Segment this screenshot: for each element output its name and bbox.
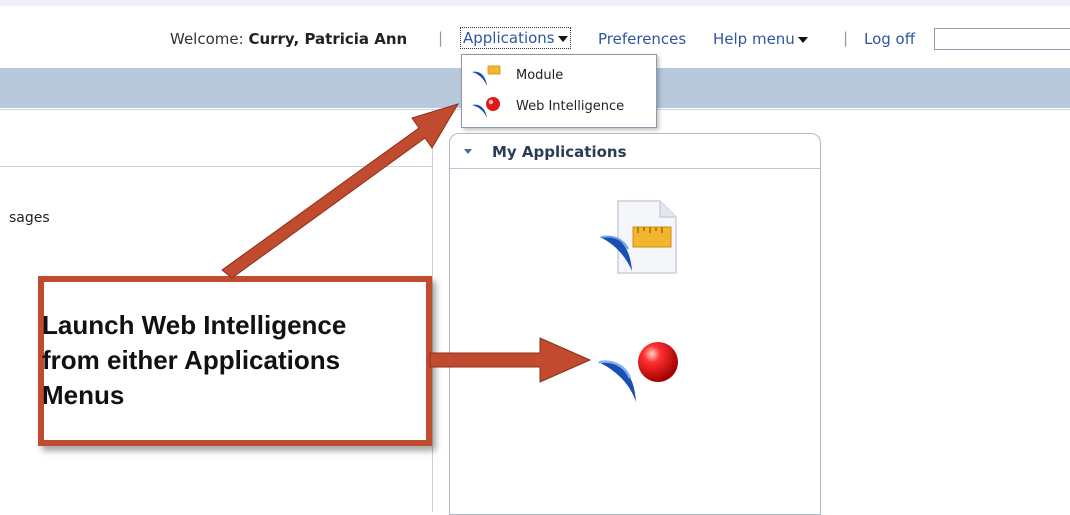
collapse-triangle-icon[interactable]	[464, 149, 472, 154]
help-menu-label: Help menu	[713, 30, 795, 48]
separator: |	[843, 29, 849, 47]
welcome-label: Welcome:	[170, 30, 244, 48]
module-document-icon[interactable]	[600, 199, 678, 275]
chevron-down-icon	[557, 35, 568, 42]
menu-item-label: Module	[516, 68, 564, 83]
logoff-link[interactable]: Log off	[864, 30, 915, 48]
separator: |	[438, 29, 444, 47]
menu-item-module[interactable]: Module	[462, 61, 656, 91]
divider	[0, 166, 432, 167]
module-icon	[472, 65, 501, 86]
top-strip	[0, 0, 1070, 6]
applications-dropdown: Module Web Intelligence	[461, 54, 657, 128]
web-intelligence-icon[interactable]	[598, 340, 684, 406]
applications-label: Applications	[463, 29, 555, 47]
user-name: Curry, Patricia Ann	[248, 30, 408, 48]
my-applications-panel: My Applications	[449, 133, 821, 515]
panel-header[interactable]: My Applications	[450, 134, 820, 169]
messages-text: sages	[9, 210, 50, 226]
welcome-text: Welcome: Curry, Patricia Ann	[170, 30, 407, 48]
web-intelligence-icon	[472, 97, 500, 118]
panel-title: My Applications	[492, 143, 627, 161]
help-menu-link[interactable]: Help menu	[713, 30, 808, 48]
search-input[interactable]	[934, 28, 1070, 50]
applications-menu-link[interactable]: Applications	[460, 27, 571, 49]
preferences-link[interactable]: Preferences	[598, 30, 686, 48]
menu-item-web-intelligence[interactable]: Web Intelligence	[462, 92, 656, 122]
menu-item-label: Web Intelligence	[516, 99, 625, 114]
chevron-down-icon	[797, 36, 808, 43]
header-bar: Welcome: Curry, Patricia Ann | Applicati…	[0, 22, 1070, 58]
annotation-text: Launch Web Intelligence from either Appl…	[42, 310, 347, 410]
